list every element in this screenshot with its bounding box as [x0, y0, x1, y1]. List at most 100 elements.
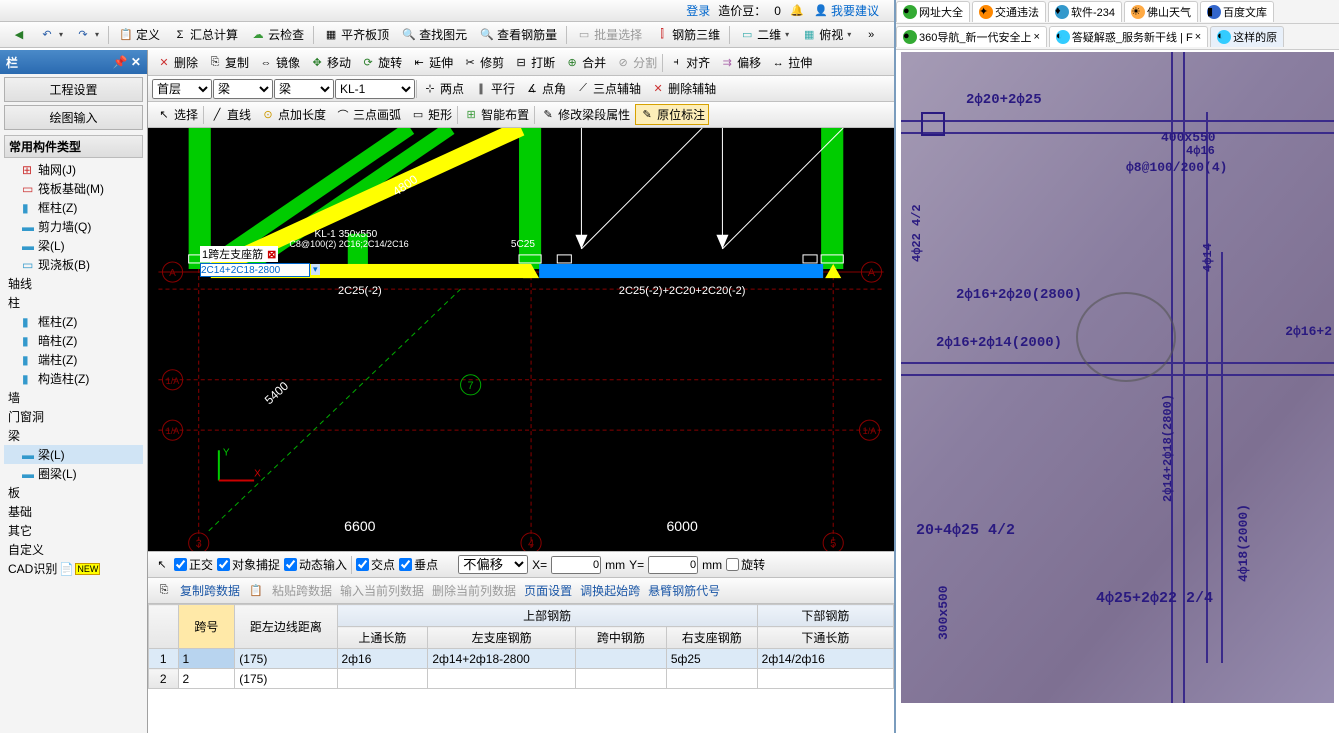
- tree-castslab[interactable]: ▭现浇板(B): [4, 255, 143, 274]
- tree-other[interactable]: 其它: [4, 521, 143, 540]
- tree-cad[interactable]: CAD识别 📄NEW: [4, 559, 143, 578]
- tree-beam1[interactable]: ▬梁(L): [4, 236, 143, 255]
- delete-button[interactable]: ✕删除: [152, 52, 202, 73]
- findelem-button[interactable]: 🔍查找图元: [396, 24, 472, 45]
- stretch-button[interactable]: ↔拉伸: [766, 52, 816, 73]
- tree-beam2[interactable]: ▬梁(L): [4, 445, 143, 464]
- rect-button[interactable]: ▭矩形: [406, 104, 456, 125]
- tree-shearwall[interactable]: ▬剪力墙(Q): [4, 217, 143, 236]
- cell-leftsup[interactable]: [428, 669, 576, 689]
- delaux-button[interactable]: ✕删除辅轴: [646, 78, 720, 99]
- smartlay-button[interactable]: ⊞智能布置: [459, 104, 533, 125]
- extend-button[interactable]: ⇤延伸: [407, 52, 457, 73]
- rebar-table[interactable]: 跨号 距左边线距离 上部钢筋 下部钢筋 上通长筋 左支座钢筋 跨中钢筋 右支座钢…: [148, 604, 894, 689]
- y-input[interactable]: [648, 556, 698, 574]
- parallel-button[interactable]: ∥平行: [469, 78, 519, 99]
- bell-icon[interactable]: 🔔: [789, 3, 805, 19]
- perp-toggle[interactable]: 垂点: [399, 556, 438, 573]
- cell-leftsup[interactable]: 2ф14+2ф18-2800: [428, 649, 576, 669]
- viewrebar-button[interactable]: 🔍查看钢筋量: [474, 24, 562, 45]
- cell-top[interactable]: [337, 669, 428, 689]
- ortho-toggle[interactable]: 正交: [174, 556, 213, 573]
- aerial-button[interactable]: ▦俯视: [796, 24, 856, 45]
- cell-span[interactable]: 1: [178, 649, 235, 669]
- origmark-button[interactable]: ✎原位标注: [635, 104, 709, 125]
- rotate-toggle[interactable]: 旋转: [726, 556, 765, 573]
- col-dist[interactable]: 距左边线距离: [235, 605, 337, 649]
- copyspan-link[interactable]: 复制跨数据: [180, 582, 240, 599]
- ptangle-button[interactable]: ∡点角: [520, 78, 570, 99]
- tree-axline[interactable]: 轴线: [4, 274, 143, 293]
- merge-button[interactable]: ⊕合并: [560, 52, 610, 73]
- cell-dist[interactable]: (175): [235, 649, 337, 669]
- cell-span[interactable]: 2: [178, 669, 235, 689]
- cloudcheck-button[interactable]: ☁云检查: [245, 24, 309, 45]
- tree-wall[interactable]: 墙: [4, 388, 143, 407]
- cell-mid[interactable]: [575, 669, 666, 689]
- editbeamattr-button[interactable]: ✎修改梁段属性: [536, 104, 634, 125]
- dyn-toggle[interactable]: 动态输入: [284, 556, 347, 573]
- fav-tab-3[interactable]: ♦软件-234: [1048, 1, 1122, 22]
- pastespan-link[interactable]: 粘贴跨数据: [272, 582, 332, 599]
- close-icon[interactable]: ⊠: [267, 248, 276, 261]
- fav-tab-5[interactable]: ▮百度文库: [1200, 1, 1274, 22]
- cat-select[interactable]: 梁: [213, 79, 273, 99]
- tree-custom[interactable]: 自定义: [4, 540, 143, 559]
- offset-mode-select[interactable]: 不偏移: [458, 555, 528, 574]
- cell-bot[interactable]: 2ф14/2ф16: [757, 649, 893, 669]
- tree-common-types[interactable]: 常用构件类型: [4, 135, 143, 158]
- move-button[interactable]: ✥移动: [305, 52, 355, 73]
- offset-button[interactable]: ⇉偏移: [715, 52, 765, 73]
- tree-ringbeam[interactable]: ▬圈梁(L): [4, 464, 143, 483]
- member-select[interactable]: KL-1: [335, 79, 415, 99]
- cantcode-link[interactable]: 悬臂钢筋代号: [648, 582, 720, 599]
- browser-tab-3[interactable]: ◐这样的原: [1210, 26, 1284, 47]
- sub-select[interactable]: 梁: [274, 79, 334, 99]
- arc3pt-button[interactable]: ⌒三点画弧: [331, 104, 405, 125]
- cell-right[interactable]: 5ф25: [666, 649, 757, 669]
- define-button[interactable]: 📋定义: [113, 24, 165, 45]
- floor-select[interactable]: 首层: [152, 79, 212, 99]
- align-button[interactable]: ⫞对齐: [664, 52, 714, 73]
- tree-darkcol[interactable]: ▮暗柱(Z): [4, 331, 143, 350]
- select-button[interactable]: ↖选择: [152, 104, 202, 125]
- col-span[interactable]: 跨号: [178, 605, 235, 649]
- mirror-button[interactable]: ⇔镜像: [254, 52, 304, 73]
- swapends-link[interactable]: 调换起始跨: [580, 582, 640, 599]
- tree-axis[interactable]: ⊞轴网(J): [4, 160, 143, 179]
- col-botthrough[interactable]: 下通长筋: [757, 627, 893, 649]
- cell-bot[interactable]: [757, 669, 893, 689]
- cell-right[interactable]: [666, 669, 757, 689]
- batchsel-button[interactable]: ▭批量选择: [571, 24, 647, 45]
- break-button[interactable]: ⊟打断: [509, 52, 559, 73]
- threeaux-button[interactable]: ⟋三点辅轴: [571, 78, 645, 99]
- col-topthrough[interactable]: 上通长筋: [337, 627, 428, 649]
- redo-button[interactable]: ↷: [70, 25, 104, 45]
- fav-tab-2[interactable]: ✦交通违法: [972, 1, 1046, 22]
- twopt-button[interactable]: ⊹两点: [418, 78, 468, 99]
- suggest-link[interactable]: 我要建议: [831, 2, 879, 19]
- tree-endcol[interactable]: ▮端柱(Z): [4, 350, 143, 369]
- section-draw-input[interactable]: 绘图输入: [4, 105, 143, 130]
- dropdown-icon[interactable]: ▾: [311, 264, 320, 275]
- flatslab-button[interactable]: ▦平齐板顶: [318, 24, 394, 45]
- pin-icon[interactable]: 📌 ✕: [113, 55, 141, 69]
- pageset-link[interactable]: 页面设置: [524, 582, 572, 599]
- table-row[interactable]: 2 2 (175): [149, 669, 894, 689]
- table-row[interactable]: 1 1 (175) 2ф16 2ф14+2ф18-2800 5ф25 2ф14/…: [149, 649, 894, 669]
- fav-tab-1[interactable]: ●网址大全: [896, 1, 970, 22]
- expand-button[interactable]: »: [858, 25, 884, 45]
- back-button[interactable]: ◀: [6, 25, 32, 45]
- tree-framecol[interactable]: ▮框柱(Z): [4, 198, 143, 217]
- close-icon[interactable]: ×: [1033, 31, 1039, 43]
- snap-toggle[interactable]: 对象捕捉: [217, 556, 280, 573]
- rebar-input[interactable]: [200, 263, 310, 277]
- col-midspan[interactable]: 跨中钢筋: [575, 627, 666, 649]
- twod-button[interactable]: ▭二维: [734, 24, 794, 45]
- close-icon[interactable]: ×: [1195, 31, 1201, 43]
- sumcalc-button[interactable]: Σ汇总计算: [167, 24, 243, 45]
- inputcol-link[interactable]: 输入当前列数据: [340, 582, 424, 599]
- ptlen-button[interactable]: ⊙点加长度: [256, 104, 330, 125]
- x-input[interactable]: [551, 556, 601, 574]
- col-rightsup[interactable]: 右支座钢筋: [666, 627, 757, 649]
